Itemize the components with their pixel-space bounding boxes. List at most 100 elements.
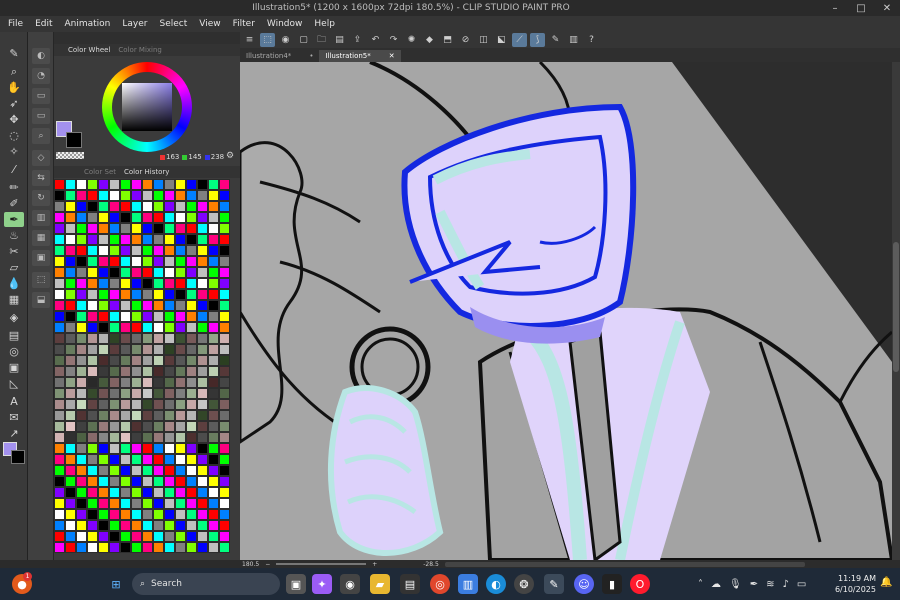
color-swatch[interactable]	[109, 212, 120, 223]
color-swatch[interactable]	[164, 289, 175, 300]
color-swatch[interactable]	[153, 245, 164, 256]
color-swatch[interactable]	[219, 443, 230, 454]
color-swatch[interactable]	[87, 333, 98, 344]
crop-icon[interactable]: ⬕	[494, 33, 509, 47]
color-swatch[interactable]	[197, 399, 208, 410]
color-swatch[interactable]	[208, 509, 219, 520]
color-swatch[interactable]	[219, 212, 230, 223]
color-swatch[interactable]	[164, 355, 175, 366]
angle-value[interactable]: -28.5	[423, 561, 439, 568]
color-swatch[interactable]	[76, 377, 87, 388]
color-swatch[interactable]	[98, 333, 109, 344]
color-swatch[interactable]	[197, 465, 208, 476]
color-swatch[interactable]	[153, 399, 164, 410]
color-swatch[interactable]	[87, 234, 98, 245]
pencil-icon[interactable]: ✏	[4, 180, 24, 195]
color-swatch[interactable]	[65, 344, 76, 355]
color-swatch[interactable]	[164, 421, 175, 432]
color-swatch[interactable]	[54, 344, 65, 355]
color-swatch[interactable]	[219, 487, 230, 498]
color-swatch[interactable]	[98, 256, 109, 267]
color-swatch[interactable]	[131, 179, 142, 190]
color-swatch[interactable]	[142, 476, 153, 487]
color-swatch[interactable]	[98, 278, 109, 289]
lasso-icon[interactable]: ◌	[4, 128, 24, 143]
close-button[interactable]: ✕	[874, 0, 900, 16]
color-swatch[interactable]	[131, 531, 142, 542]
color-swatch[interactable]	[186, 300, 197, 311]
color-swatch[interactable]	[98, 542, 109, 553]
color-swatch[interactable]	[109, 355, 120, 366]
color-swatch[interactable]	[87, 443, 98, 454]
color-swatch[interactable]	[87, 377, 98, 388]
color-swatch[interactable]	[142, 223, 153, 234]
color-swatch[interactable]	[153, 377, 164, 388]
color-swatch[interactable]	[186, 410, 197, 421]
color-swatch[interactable]	[131, 201, 142, 212]
color-swatch[interactable]	[142, 377, 153, 388]
chevron-up-icon[interactable]: ˄	[698, 579, 703, 590]
color-swatch[interactable]	[131, 223, 142, 234]
color-swatch[interactable]	[54, 487, 65, 498]
color-swatch[interactable]	[120, 476, 131, 487]
color-swatch[interactable]	[219, 234, 230, 245]
color-swatch[interactable]	[98, 421, 109, 432]
color-swatch[interactable]	[219, 476, 230, 487]
color-swatch[interactable]	[131, 388, 142, 399]
color-swatch[interactable]	[142, 256, 153, 267]
color-swatch[interactable]	[208, 520, 219, 531]
eraser-icon[interactable]: ▱	[4, 260, 24, 275]
color-swatch[interactable]	[186, 388, 197, 399]
color-swatch[interactable]	[186, 531, 197, 542]
color-swatch[interactable]	[219, 520, 230, 531]
color-swatch[interactable]	[98, 531, 109, 542]
vertical-scrollbar[interactable]	[892, 62, 900, 560]
color-swatch[interactable]	[142, 443, 153, 454]
subtool-icon-8[interactable]: ↻	[32, 190, 50, 206]
color-swatch[interactable]	[153, 421, 164, 432]
color-swatch[interactable]	[120, 256, 131, 267]
color-swatch[interactable]	[197, 542, 208, 553]
color-swatch[interactable]	[197, 476, 208, 487]
color-swatch[interactable]	[164, 322, 175, 333]
color-swatch[interactable]	[120, 487, 131, 498]
color-swatch[interactable]	[153, 267, 164, 278]
obs-icon[interactable]: ◉	[340, 574, 360, 594]
color-swatch[interactable]	[76, 311, 87, 322]
color-swatch[interactable]	[208, 465, 219, 476]
color-swatch[interactable]	[120, 388, 131, 399]
color-swatch[interactable]	[54, 212, 65, 223]
color-swatch[interactable]	[65, 520, 76, 531]
color-swatch[interactable]	[131, 487, 142, 498]
deselect-icon[interactable]: ⊘	[458, 33, 473, 47]
color-swatch[interactable]	[208, 410, 219, 421]
color-swatch[interactable]	[208, 289, 219, 300]
color-swatch[interactable]	[186, 190, 197, 201]
color-swatch[interactable]	[131, 520, 142, 531]
color-swatch[interactable]	[208, 322, 219, 333]
operation-icon[interactable]: ➶	[4, 96, 24, 111]
transparent-color-swatch[interactable]	[56, 152, 84, 159]
color-swatch[interactable]	[142, 432, 153, 443]
color-swatch[interactable]	[164, 212, 175, 223]
zoom-in-icon[interactable]: +	[372, 561, 377, 568]
color-swatch[interactable]	[131, 289, 142, 300]
color-swatch[interactable]	[87, 223, 98, 234]
color-swatch[interactable]	[109, 223, 120, 234]
color-swatch[interactable]	[76, 190, 87, 201]
color-swatch[interactable]	[219, 322, 230, 333]
color-swatch[interactable]	[197, 498, 208, 509]
color-swatch[interactable]	[54, 443, 65, 454]
color-swatch[interactable]	[197, 179, 208, 190]
color-swatch[interactable]	[109, 311, 120, 322]
color-swatch[interactable]	[65, 355, 76, 366]
gradient-icon[interactable]: ▤	[4, 328, 24, 343]
color-swatch[interactable]	[208, 487, 219, 498]
color-swatch[interactable]	[197, 267, 208, 278]
color-swatch[interactable]	[219, 179, 230, 190]
color-swatch[interactable]	[109, 443, 120, 454]
color-swatch[interactable]	[131, 234, 142, 245]
color-swatch[interactable]	[175, 201, 186, 212]
color-swatch[interactable]	[142, 311, 153, 322]
color-swatch[interactable]	[120, 190, 131, 201]
